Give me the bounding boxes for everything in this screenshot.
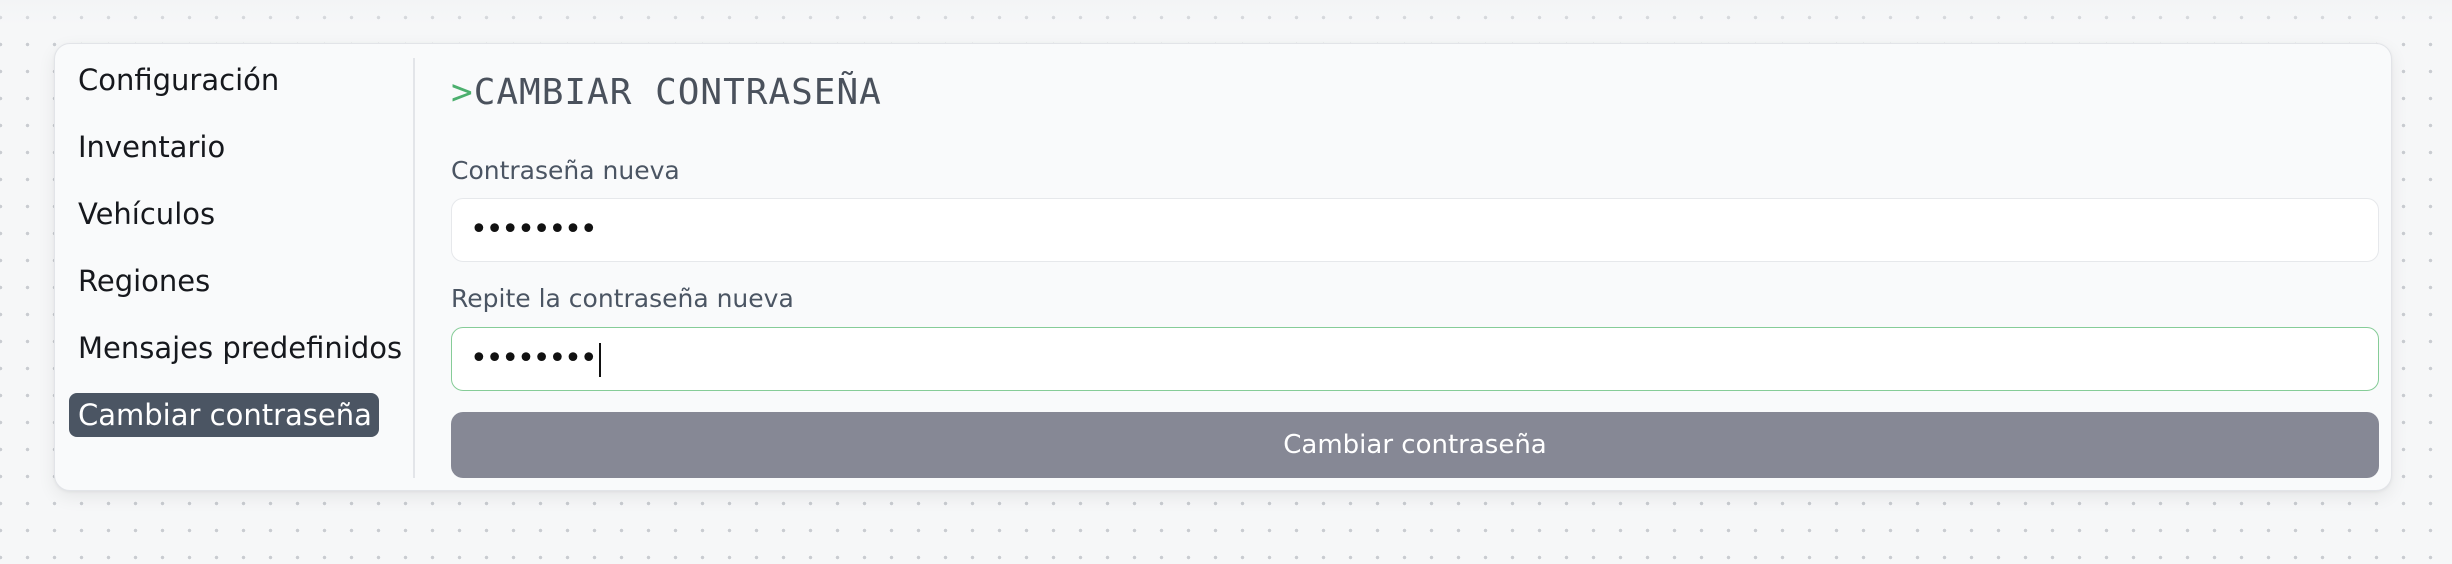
page-title: >CAMBIAR CONTRASEÑA	[451, 68, 882, 118]
sidebar-item-vehiculos[interactable]: Vehículos	[69, 192, 381, 236]
new-password-field[interactable]: ••••••••	[451, 198, 2379, 262]
prompt-caret-icon: >	[451, 72, 474, 113]
page-top-shade	[0, 0, 2452, 26]
sidebar-item-mensajes-predefinidos[interactable]: Mensajes predefinidos	[69, 326, 402, 370]
sidebar-divider	[413, 58, 415, 478]
repeat-password-label: Repite la contraseña nueva	[451, 284, 794, 313]
repeat-password-value: ••••••••	[470, 341, 598, 376]
change-password-button[interactable]: Cambiar contraseña	[451, 412, 2379, 478]
sidebar-item-label: Configuración	[78, 63, 280, 97]
sidebar-item-label: Inventario	[78, 130, 226, 164]
sidebar-item-label: Regiones	[78, 264, 211, 298]
settings-card: Configuración Inventario Vehículos Regio…	[54, 43, 2392, 491]
sidebar-item-configuracion[interactable]: Configuración	[69, 58, 381, 102]
settings-sidebar: Configuración Inventario Vehículos Regio…	[69, 58, 402, 460]
page-title-text: CAMBIAR CONTRASEÑA	[473, 72, 882, 113]
sidebar-item-cambiar-contrasena[interactable]: Cambiar contraseña	[69, 393, 379, 437]
sidebar-item-label: Mensajes predefinidos	[78, 331, 403, 365]
new-password-value: ••••••••	[470, 212, 598, 247]
repeat-password-field[interactable]: ••••••••	[451, 327, 2379, 391]
sidebar-item-inventario[interactable]: Inventario	[69, 125, 381, 169]
text-cursor	[598, 342, 601, 377]
sidebar-item-regiones[interactable]: Regiones	[69, 259, 381, 303]
sidebar-item-label: Cambiar contraseña	[78, 398, 372, 432]
sidebar-item-label: Vehículos	[78, 197, 216, 231]
new-password-label: Contraseña nueva	[451, 156, 680, 185]
